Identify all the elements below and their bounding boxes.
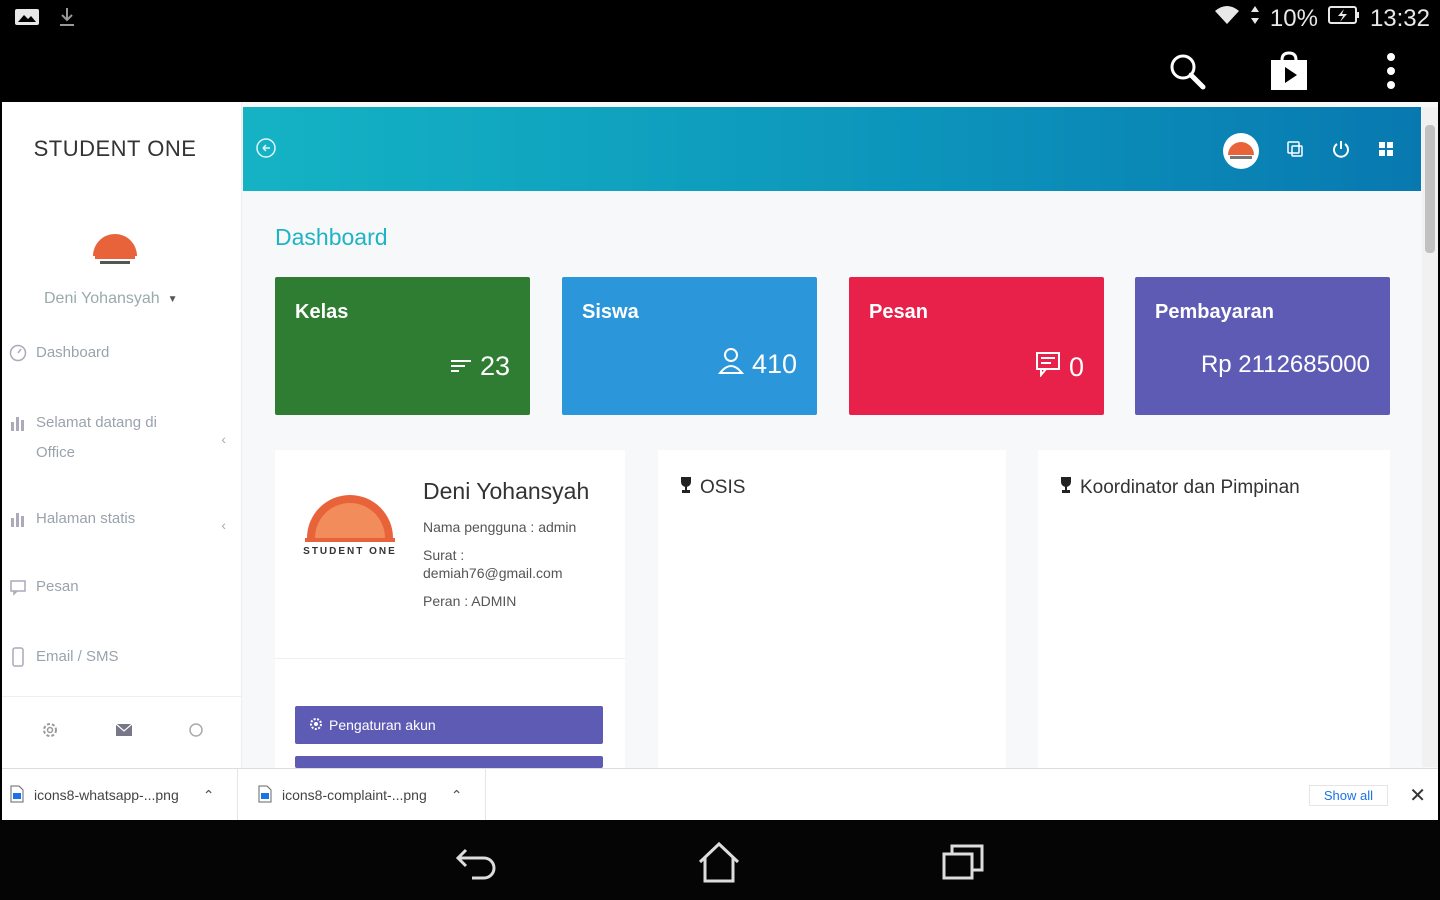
recent-apps-icon[interactable] [938,838,988,886]
mail-icon[interactable] [115,723,133,742]
chevron-left-icon: ‹ [221,431,226,447]
sidebar-item-label: Pesan [36,578,79,595]
gear-icon [309,717,323,734]
home-icon[interactable] [694,838,744,886]
android-status-bar: 10% 13:32 [0,0,1440,40]
more-options-icon[interactable] [1366,46,1416,96]
chevron-up-icon[interactable]: ⌃ [451,787,463,804]
gear-icon[interactable] [40,720,60,745]
back-icon[interactable] [452,838,502,886]
download-item[interactable]: icons8-complaint-...png ⌃ [250,769,486,821]
bar-chart-icon [8,504,28,534]
sidebar-item-label: Email / SMS [36,648,119,665]
avatar[interactable] [1223,133,1259,169]
download-icon [58,6,76,33]
stat-card-siswa[interactable]: Siswa 410 [562,277,817,415]
clock: 13:32 [1369,4,1430,32]
stat-card-kelas[interactable]: Kelas 23 [275,277,530,415]
student-one-logo-icon: STUDENT ONE [301,494,399,566]
stat-value: 0 [1068,352,1084,382]
brand-title: STUDENT ONE [33,136,197,161]
android-nav-bar [0,820,1440,900]
scrollbar-thumb[interactable] [1425,125,1435,253]
language-icon[interactable] [1285,139,1305,164]
wifi-icon [1214,4,1240,33]
profile-username: Nama pengguna : admin [423,519,577,535]
stat-label: Siswa [582,301,639,323]
stat-card-pembayaran[interactable]: Pembayaran Rp 2112685000 [1135,277,1390,415]
sidebar-item-dashboard[interactable]: Dashboard [8,338,234,368]
message-icon [1035,351,1061,384]
panel-title: Koordinator dan Pimpinan [1058,476,1300,500]
battery-charging-icon [1327,4,1360,33]
stat-value: 23 [479,351,510,381]
sidebar-item-pesan[interactable]: Pesan [8,572,234,602]
sidebar-item-label: Selamat datang di Office [36,414,157,461]
browser-toolbar [0,40,1440,102]
sidebar-toggle-icon[interactable] [255,137,277,164]
profile-email-label: Surat : [423,547,465,563]
download-item[interactable]: icons8-whatsapp-...png ⌃ [2,769,238,821]
sort-lines-icon [450,351,472,382]
sidebar-item-label: Dashboard [36,344,110,361]
sidebar-item-selamat-datang[interactable]: Selamat datang di Office ‹ [8,408,234,468]
sidebar-item-halaman-statis[interactable]: Halaman statis ‹ [8,504,234,534]
bar-chart-icon [8,408,28,438]
search-icon[interactable] [1162,46,1212,96]
download-filename: icons8-complaint-...png [282,787,427,803]
play-store-icon[interactable] [1264,46,1314,96]
show-all-button[interactable]: Show all [1308,785,1388,806]
data-transfer-icon [1250,4,1260,33]
file-icon [10,785,24,806]
user-icon [717,347,744,382]
profile-panel: STUDENT ONE Deni Yohansyah Nama pengguna… [275,450,625,768]
file-icon [258,785,272,806]
page-title: Dashboard [275,224,388,250]
close-icon[interactable]: ✕ [1409,783,1426,808]
secondary-button[interactable] [295,756,603,768]
caret-down-icon: ▼ [167,293,178,305]
page-scrollbar[interactable] [1422,107,1438,767]
gallery-icon [14,7,40,32]
account-settings-button[interactable]: Pengaturan akun [295,706,603,744]
profile-role: Peran : ADMIN [423,593,517,609]
trophy-icon [1058,476,1074,500]
profile-email: demiah76@gmail.com [423,565,563,581]
panel-title: OSIS [678,476,745,500]
message-icon [8,572,28,602]
download-filename: icons8-whatsapp-...png [34,787,179,803]
top-header [243,107,1421,191]
stat-label: Kelas [295,301,349,323]
sidebar-footer [2,696,242,768]
user-menu[interactable]: Deni Yohansyah ▼ [44,290,178,308]
profile-name: Deni Yohansyah [423,478,590,504]
dashboard-icon [8,338,28,368]
grid-icon[interactable] [1377,140,1395,163]
sidebar-item-email-sms[interactable]: Email / SMS [8,642,234,672]
school-logo-icon [90,232,140,268]
power-icon[interactable] [1331,139,1351,164]
stat-card-pesan[interactable]: Pesan 0 [849,277,1104,415]
phone-icon [8,642,28,672]
battery-percent: 10% [1269,4,1318,32]
logo-text: STUDENT ONE [303,546,397,557]
web-page: STUDENT ONE Deni Yohansyah ▼ Dashboard S… [2,102,1438,768]
stat-value: 410 [751,349,797,379]
trophy-icon [678,476,694,500]
downloads-bar: icons8-whatsapp-...png ⌃ icons8-complain… [2,768,1438,821]
stat-value: Rp 2112685000 [1200,351,1370,378]
sidebar: STUDENT ONE Deni Yohansyah ▼ Dashboard S… [2,102,242,768]
koordinator-panel: Koordinator dan Pimpinan [1038,450,1390,768]
stat-label: Pembayaran [1155,301,1274,323]
chevron-up-icon[interactable]: ⌃ [203,787,215,804]
button-label: Pengaturan akun [329,717,436,733]
stat-label: Pesan [869,301,928,323]
power-icon[interactable] [188,722,204,743]
sidebar-item-label: Halaman statis [36,510,136,527]
osis-panel: OSIS [658,450,1006,768]
chevron-left-icon: ‹ [221,517,226,533]
user-name: Deni Yohansyah [44,290,160,307]
divider [275,658,625,659]
